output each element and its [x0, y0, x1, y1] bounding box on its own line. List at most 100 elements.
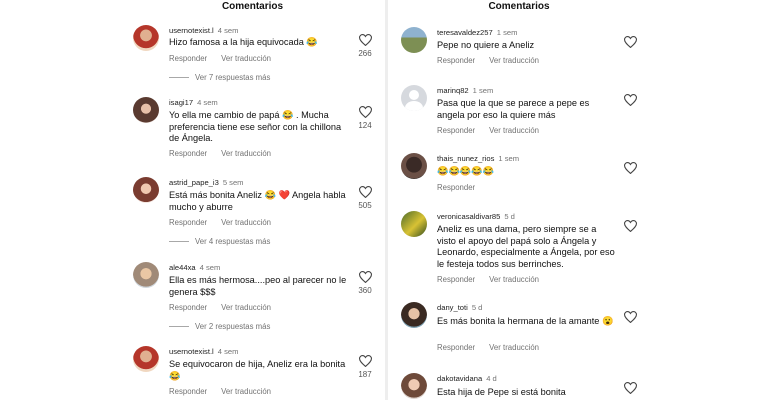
heart-icon [358, 34, 372, 46]
see-translation-button[interactable]: Ver traducción [489, 56, 539, 65]
comment-header: isagi17 4 sem [169, 98, 218, 107]
avatar[interactable] [401, 153, 427, 179]
comment-time: 4 sem [199, 263, 221, 272]
see-translation-button[interactable]: Ver traducción [221, 387, 271, 396]
like-button[interactable] [615, 36, 645, 48]
avatar[interactable] [133, 177, 159, 203]
username[interactable]: dakotavidana [437, 374, 482, 383]
see-translation-button[interactable]: Ver traducción [489, 275, 539, 284]
username[interactable]: teresavaldez257 [437, 28, 493, 37]
like-button[interactable]: 187 [350, 355, 380, 379]
like-button[interactable] [615, 311, 645, 323]
replies-line [169, 241, 189, 243]
like-button[interactable]: 505 [350, 186, 380, 210]
comment-time: 5 d [504, 212, 515, 221]
heart-icon [623, 36, 637, 48]
comment-header: astrid_pape_i3 5 sem [169, 178, 244, 187]
username[interactable]: ale44xa [169, 263, 196, 272]
comment-time: 4 sem [197, 98, 218, 107]
comments-panel-right: Comentarios teresavaldez257 1 sem Pepe no… [388, 0, 650, 400]
comment-time: 5 sem [222, 178, 244, 187]
comment-text: Ella es más hermosa....peo al parecer no… [169, 275, 347, 297]
like-button[interactable] [615, 382, 645, 394]
comment-header: usernotexist.l 4 sem [169, 347, 238, 356]
reply-button[interactable]: Responder [437, 126, 475, 135]
heart-icon [358, 271, 372, 283]
comment-text: Aneliz es una dama, pero siempre se a vi… [437, 224, 615, 269]
see-translation-button[interactable]: Ver traducción [221, 303, 271, 312]
reply-button[interactable]: Responder [437, 343, 475, 352]
replies-line [169, 326, 189, 328]
username[interactable]: dany_toti [437, 303, 468, 312]
comment-time: 1 sem [496, 28, 518, 37]
like-button[interactable] [615, 162, 645, 174]
heart-icon [623, 311, 637, 323]
comment-header: usernotexist.l 4 sem [169, 26, 238, 35]
heart-icon [623, 382, 637, 394]
avatar[interactable] [401, 27, 427, 53]
comment-actions: Responder Ver traducción [437, 126, 553, 135]
comment-time: 5 d [471, 303, 483, 312]
like-button[interactable]: 360 [350, 271, 380, 295]
view-replies-button[interactable]: Ver 7 respuestas más [169, 73, 270, 82]
reply-button[interactable]: Responder [169, 387, 207, 396]
avatar[interactable] [401, 373, 427, 399]
reply-button[interactable]: Responder [437, 183, 475, 192]
comment-header: dany_toti 5 d [437, 303, 482, 312]
comment-header: veronicasaldivar85 5 d [437, 212, 515, 221]
comment-header: marinq82 1 sem [437, 86, 493, 95]
reply-button[interactable]: Responder [169, 54, 207, 63]
view-replies-button[interactable]: Ver 2 respuestas más [169, 322, 270, 331]
like-count: 124 [358, 121, 372, 130]
avatar[interactable] [133, 25, 159, 51]
comment-actions: Responder Ver traducción [169, 54, 285, 63]
reply-button[interactable]: Responder [437, 56, 475, 65]
username[interactable]: isagi17 [169, 98, 193, 107]
heart-icon [358, 355, 372, 367]
comment-header: dakotavidana 4 d [437, 374, 497, 383]
heart-icon [623, 94, 637, 106]
see-translation-button[interactable]: Ver traducción [489, 343, 539, 352]
username[interactable]: marinq82 [437, 86, 469, 95]
like-button[interactable]: 124 [350, 106, 380, 130]
comment-text: Pasa que la que se parece a pepe es ange… [437, 98, 590, 120]
view-replies-button[interactable]: Ver 4 respuestas más [169, 237, 270, 246]
like-button[interactable] [615, 94, 645, 106]
comment-header: thais_nunez_rios 1 sem [437, 154, 519, 163]
comment-actions: Responder Ver traducción [437, 343, 553, 352]
comment-text: 😂😂😂😂😂 [437, 166, 495, 176]
reply-button[interactable]: Responder [437, 275, 475, 284]
comment-actions: Responder Ver traducción [169, 218, 285, 227]
reply-button[interactable]: Responder [169, 149, 207, 158]
comment-actions: Responder [437, 183, 489, 192]
comment-actions: Responder Ver traducción [437, 275, 553, 284]
like-count: 505 [358, 201, 372, 210]
username[interactable]: usernotexist.l [169, 26, 214, 35]
see-translation-button[interactable]: Ver traducción [221, 218, 271, 227]
like-button[interactable]: 266 [350, 34, 380, 58]
see-translation-button[interactable]: Ver traducción [489, 126, 539, 135]
username[interactable]: astrid_pape_i3 [169, 178, 219, 187]
like-count: 360 [358, 286, 372, 295]
comment-header: ale44xa 4 sem [169, 263, 220, 272]
avatar[interactable] [133, 262, 159, 288]
see-translation-button[interactable]: Ver traducción [221, 149, 271, 158]
avatar[interactable] [401, 211, 427, 237]
comment-text: Yo ella me cambio de papá 😂 . Mucha pref… [169, 110, 342, 143]
avatar[interactable] [401, 85, 427, 111]
avatar[interactable] [133, 97, 159, 123]
avatar[interactable] [401, 302, 427, 328]
comment-text: Esta hija de Pepe si está bonita [437, 387, 566, 397]
reply-button[interactable]: Responder [169, 218, 207, 227]
replies-line [169, 77, 189, 79]
comment-actions: Responder Ver traducción [169, 387, 285, 396]
reply-button[interactable]: Responder [169, 303, 207, 312]
comment-time: 4 sem [217, 26, 239, 35]
like-button[interactable] [615, 220, 645, 232]
username[interactable]: veronicasaldivar85 [437, 212, 500, 221]
username[interactable]: thais_nunez_rios [437, 154, 494, 163]
avatar[interactable] [133, 346, 159, 372]
username[interactable]: usernotexist.l [169, 347, 214, 356]
comment-time: 1 sem [472, 86, 494, 95]
see-translation-button[interactable]: Ver traducción [221, 54, 271, 63]
